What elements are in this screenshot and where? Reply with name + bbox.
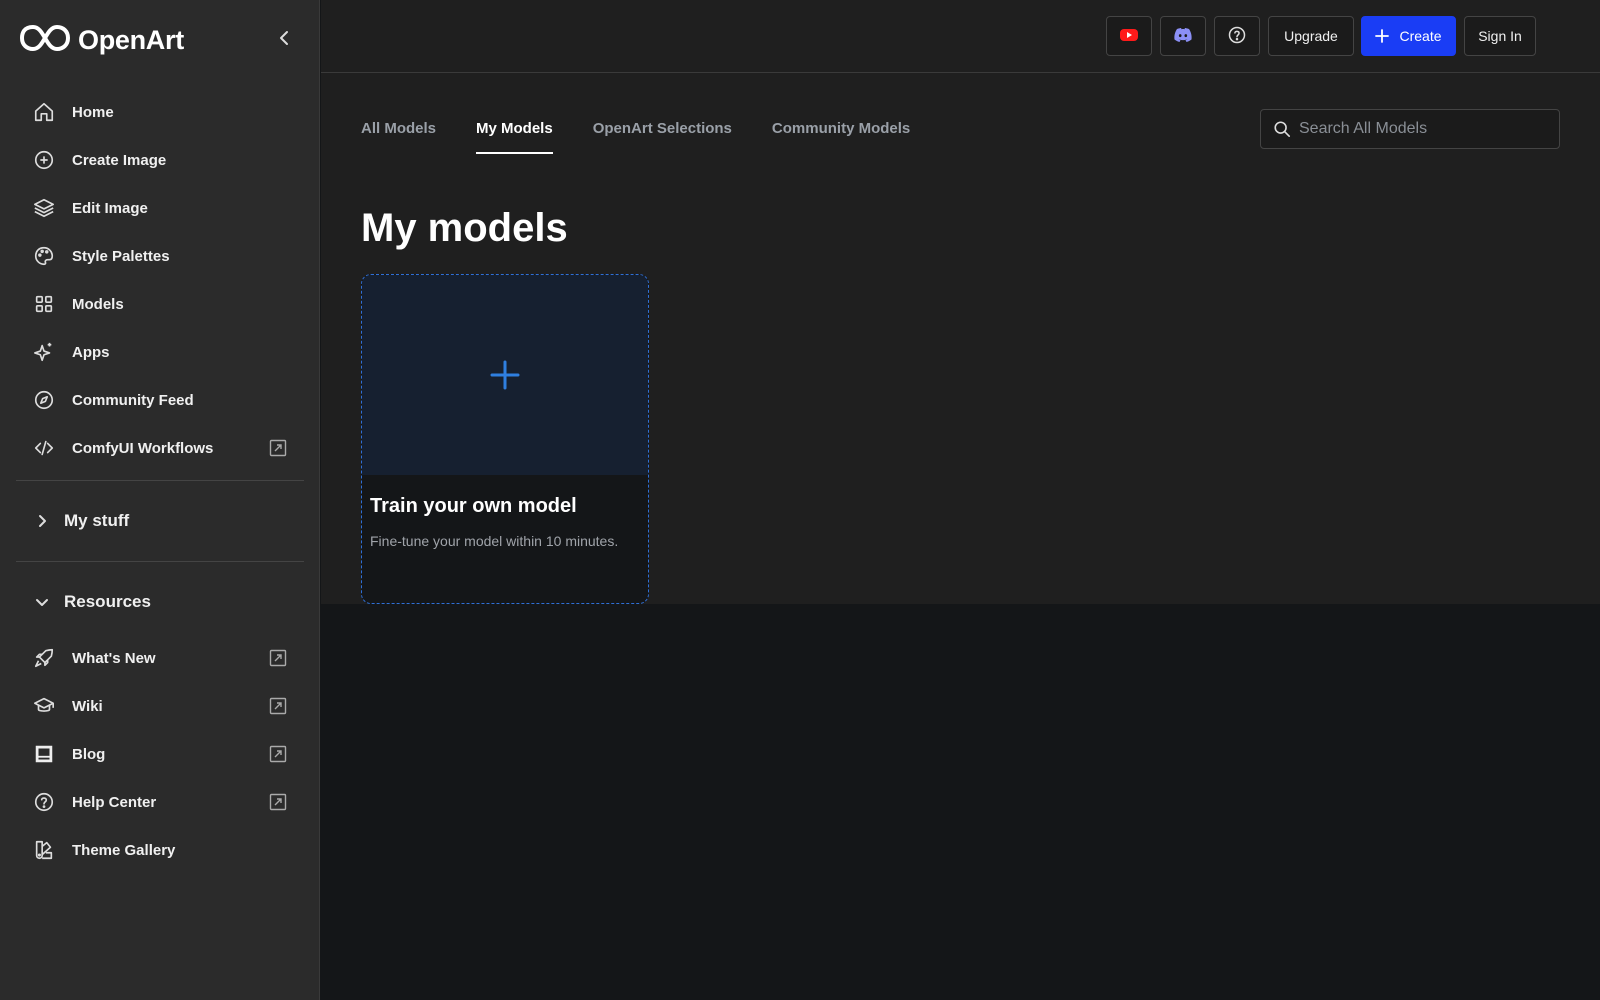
sidebar-item-whats-new[interactable]: What's New	[16, 634, 304, 682]
sidebar-item-label: What's New	[72, 649, 156, 667]
compass-icon	[32, 388, 56, 412]
sidebar: OpenArt Home Create Image Edit Image Sty…	[0, 0, 320, 1000]
sidebar-item-label: Edit Image	[72, 199, 148, 217]
create-button[interactable]: Create	[1361, 16, 1456, 56]
help-circle-icon	[1227, 25, 1247, 48]
tab-community-models[interactable]: Community Models	[772, 112, 910, 154]
sidebar-item-label: Style Palettes	[72, 247, 170, 265]
sidebar-item-edit-image[interactable]: Edit Image	[16, 184, 304, 232]
sidebar-item-style-palettes[interactable]: Style Palettes	[16, 232, 304, 280]
graduation-cap-icon	[32, 694, 56, 718]
help-circle-icon	[32, 790, 56, 814]
sidebar-nav: Home Create Image Edit Image Style Palet…	[16, 88, 304, 472]
sign-in-button[interactable]: Sign In	[1464, 16, 1536, 56]
upgrade-button[interactable]: Upgrade	[1268, 16, 1354, 56]
sidebar-divider	[16, 561, 304, 562]
sidebar-item-apps[interactable]: Apps	[16, 328, 304, 376]
openart-logo-icon	[19, 23, 71, 58]
sidebar-item-label: Theme Gallery	[72, 841, 176, 859]
discord-icon	[1173, 27, 1193, 46]
section-label: Resources	[64, 592, 151, 611]
my-stuff-section-toggle[interactable]: My stuff	[16, 501, 304, 541]
discord-button[interactable]	[1160, 16, 1206, 56]
sign-in-button-label: Sign In	[1478, 28, 1522, 44]
youtube-button[interactable]	[1106, 16, 1152, 56]
grid-icon	[32, 292, 56, 316]
sidebar-item-label: Wiki	[72, 697, 103, 715]
sidebar-item-label: Help Center	[72, 793, 157, 811]
sidebar-item-label: Create Image	[72, 151, 167, 169]
card-hero	[362, 275, 648, 475]
resources-section-toggle[interactable]: Resources	[16, 582, 304, 622]
tab-all-models[interactable]: All Models	[361, 112, 436, 154]
page-title: My models	[361, 206, 568, 250]
sidebar-item-label: Apps	[72, 343, 110, 361]
sidebar-item-help-center[interactable]: Help Center	[16, 778, 304, 826]
resources-list: What's New Wiki Blog Help Center Theme G…	[16, 634, 304, 874]
help-button[interactable]	[1214, 16, 1260, 56]
create-button-label: Create	[1399, 28, 1442, 44]
upgrade-button-label: Upgrade	[1284, 28, 1338, 44]
external-link-icon	[268, 696, 288, 716]
collapse-sidebar-button[interactable]	[272, 28, 296, 52]
logo[interactable]: OpenArt	[19, 23, 184, 58]
external-link-icon	[268, 744, 288, 764]
tab-my-models[interactable]: My Models	[476, 112, 553, 154]
blog-icon	[32, 742, 56, 766]
sparkles-icon	[32, 340, 56, 364]
search-input[interactable]	[1299, 120, 1539, 138]
plus-circle-icon	[32, 148, 56, 172]
card-description: Fine-tune your model within 10 minutes.	[370, 533, 619, 549]
main-content: Upgrade Create Sign In All Models My Mod…	[321, 0, 1600, 604]
youtube-icon	[1119, 27, 1139, 46]
sidebar-item-create-image[interactable]: Create Image	[16, 136, 304, 184]
rocket-icon	[32, 646, 56, 670]
sidebar-item-wiki[interactable]: Wiki	[16, 682, 304, 730]
sidebar-item-home[interactable]: Home	[16, 88, 304, 136]
search-box	[1260, 109, 1560, 149]
brand-name: OpenArt	[78, 24, 184, 55]
chevron-left-icon	[274, 28, 294, 53]
section-label: My stuff	[64, 511, 130, 530]
sidebar-item-label: Blog	[72, 745, 106, 763]
external-link-icon	[268, 792, 288, 812]
layers-icon	[32, 196, 56, 220]
sidebar-divider	[16, 480, 304, 481]
sidebar-item-label: Home	[72, 103, 114, 121]
tab-openart-selections[interactable]: OpenArt Selections	[593, 112, 732, 154]
home-icon	[32, 100, 56, 124]
logo-row: OpenArt	[19, 23, 296, 58]
top-bar: Upgrade Create Sign In	[321, 0, 1600, 73]
search-icon	[1273, 120, 1291, 138]
sidebar-item-label: Community Feed	[72, 391, 194, 409]
palette-icon	[32, 244, 56, 268]
chevron-right-icon	[32, 511, 52, 531]
chevron-down-icon	[32, 592, 52, 612]
sidebar-item-models[interactable]: Models	[16, 280, 304, 328]
sidebar-item-community-feed[interactable]: Community Feed	[16, 376, 304, 424]
model-tabs: All Models My Models OpenArt Selections …	[361, 112, 950, 154]
sidebar-item-label: Models	[72, 295, 124, 313]
plus-icon	[489, 359, 521, 391]
code-icon	[32, 436, 56, 460]
sidebar-item-label: ComfyUI Workflows	[72, 439, 214, 457]
sidebar-item-comfyui-workflows[interactable]: ComfyUI Workflows	[16, 424, 304, 472]
external-link-icon	[268, 438, 288, 458]
swatch-book-icon	[32, 838, 56, 862]
train-model-card[interactable]: Train your own model Fine-tune your mode…	[361, 274, 649, 604]
card-title: Train your own model	[370, 495, 577, 517]
sidebar-item-theme-gallery[interactable]: Theme Gallery	[16, 826, 304, 874]
plus-icon	[1375, 29, 1390, 43]
sidebar-item-blog[interactable]: Blog	[16, 730, 304, 778]
external-link-icon	[268, 648, 288, 668]
